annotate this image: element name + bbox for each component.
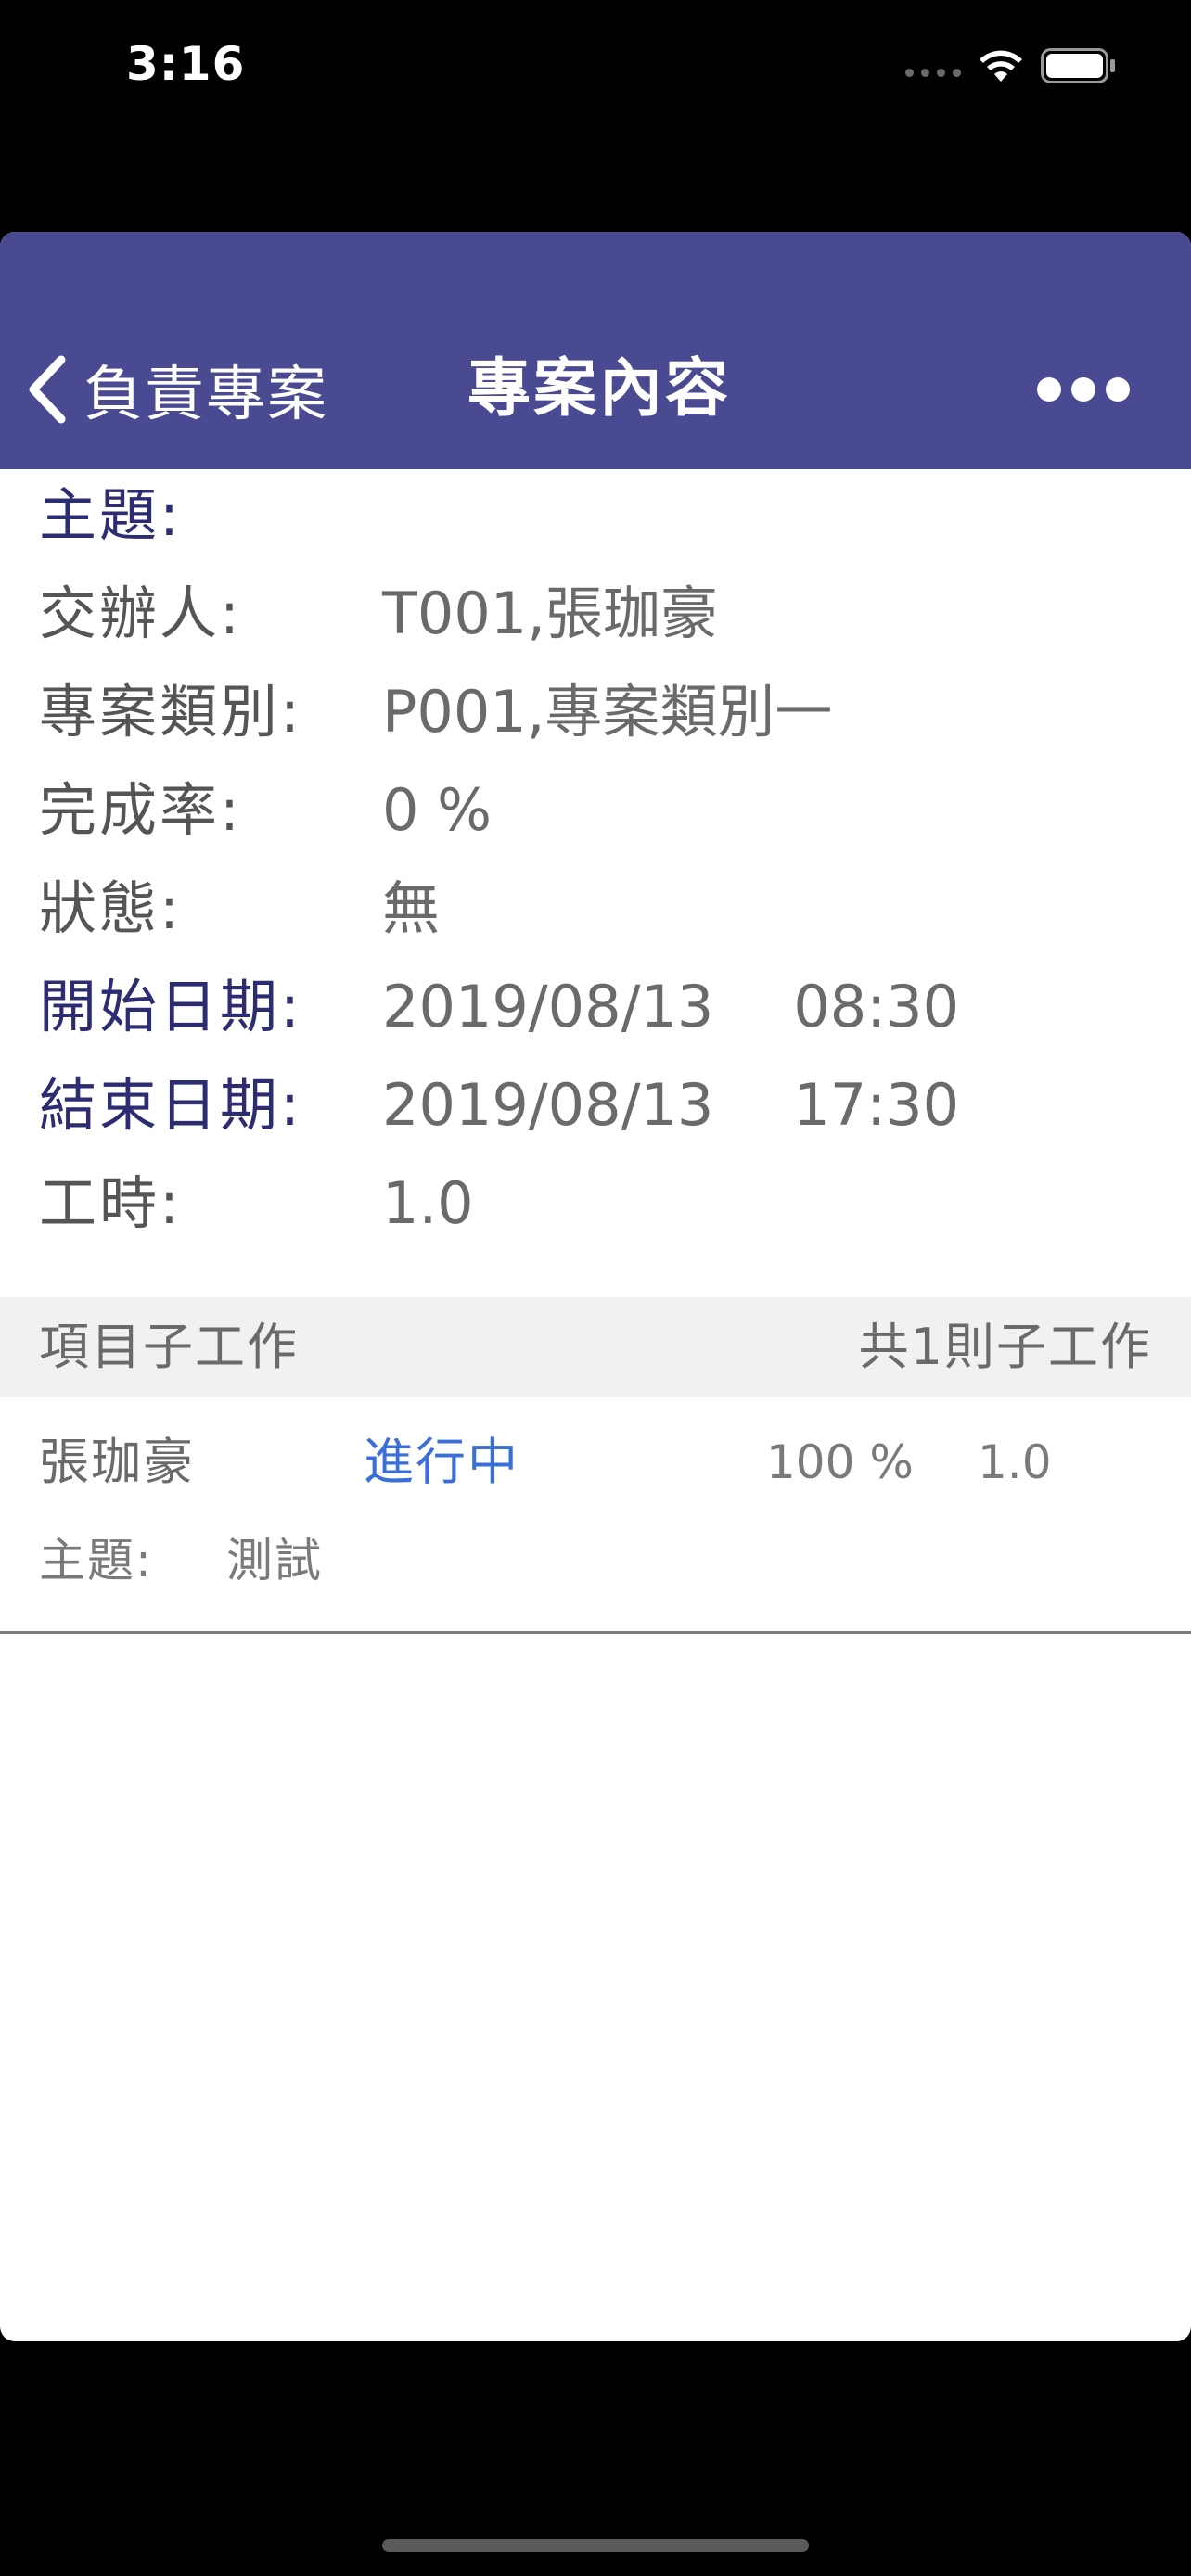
subtask-subject-value: 測試 [226, 1534, 323, 1588]
end-date-value: 2019/08/13 [382, 1071, 714, 1139]
end-time-value: 17:30 [793, 1071, 960, 1139]
home-indicator[interactable] [382, 2539, 809, 2552]
end-date-label: 結束日期: [39, 1071, 302, 1139]
more-dot-icon [1071, 377, 1095, 402]
subtasks-section-header: 項目子工作 共1則子工作 [0, 1297, 1191, 1397]
subtask-assignee: 張珈豪 [39, 1433, 195, 1491]
subtask-status[interactable]: 進行中 [364, 1416, 519, 1509]
back-button[interactable]: 負責專案 [26, 343, 328, 436]
state-label: 狀態: [39, 874, 182, 942]
assigner-label: 交辦人: [39, 580, 242, 647]
more-dot-icon [1037, 377, 1061, 402]
start-datetime: 2019/08/13 08:30 [382, 961, 959, 1053]
battery-icon [1041, 48, 1115, 83]
detail-row-completion: 完成率: 0 % [39, 764, 1152, 857]
subtask-subject-label: 主題: [39, 1534, 153, 1588]
detail-row-start-date: 開始日期: 2019/08/13 08:30 [39, 961, 1152, 1053]
detail-row-end-date: 結束日期: 2019/08/13 17:30 [39, 1059, 1152, 1152]
subtasks-section-title: 項目子工作 [39, 1318, 299, 1376]
start-time-value: 08:30 [793, 973, 960, 1040]
completion-label: 完成率: [39, 776, 242, 844]
detail-row-assigner: 交辦人: T001,張珈豪 [39, 567, 1152, 660]
back-button-label: 負責專案 [83, 361, 328, 429]
cellular-signal-icon [905, 68, 961, 77]
category-label: 專案類別: [39, 678, 302, 746]
detail-row-hours: 工時: 1.0 [39, 1157, 1152, 1250]
status-icons [905, 48, 1117, 83]
completion-value: 0 % [382, 776, 493, 844]
chevron-left-icon [29, 355, 66, 424]
hours-label: 工時: [39, 1169, 182, 1237]
hours-value: 1.0 [382, 1169, 474, 1237]
app-screen: 負責專案 專案內容 主題: 交辦人: T001,張珈豪 專案類別: P001,專… [0, 232, 1191, 2341]
wifi-icon [980, 50, 1022, 82]
start-date-value: 2019/08/13 [382, 973, 714, 1040]
subtask-hours: 1.0 [978, 1435, 1052, 1489]
subject-label: 主題: [39, 481, 182, 549]
subtasks-count: 共1則子工作 [858, 1318, 1152, 1376]
end-datetime: 2019/08/13 17:30 [382, 1059, 959, 1152]
subtask-list-item[interactable]: 張珈豪 進行中 100 % 1.0 主題: 測試 [0, 1397, 1191, 1634]
detail-row-state: 狀態: 無 [39, 862, 1152, 955]
page-title: 專案內容 [467, 352, 732, 426]
status-bar: 3:16 [0, 0, 1191, 137]
more-dot-icon [1106, 377, 1130, 402]
assigner-value: T001,張珈豪 [382, 580, 718, 647]
subtask-completion: 100 % [766, 1435, 914, 1489]
detail-row-subject: 主題: [39, 469, 1152, 562]
category-value: P001,專案類別一 [382, 678, 833, 746]
more-options-button[interactable] [1037, 369, 1130, 410]
detail-row-category: 專案類別: P001,專案類別一 [39, 666, 1152, 759]
navigation-bar: 負責專案 專案內容 [0, 232, 1191, 469]
status-time: 3:16 [126, 37, 246, 91]
start-date-label: 開始日期: [39, 973, 302, 1040]
state-value: 無 [382, 874, 441, 942]
